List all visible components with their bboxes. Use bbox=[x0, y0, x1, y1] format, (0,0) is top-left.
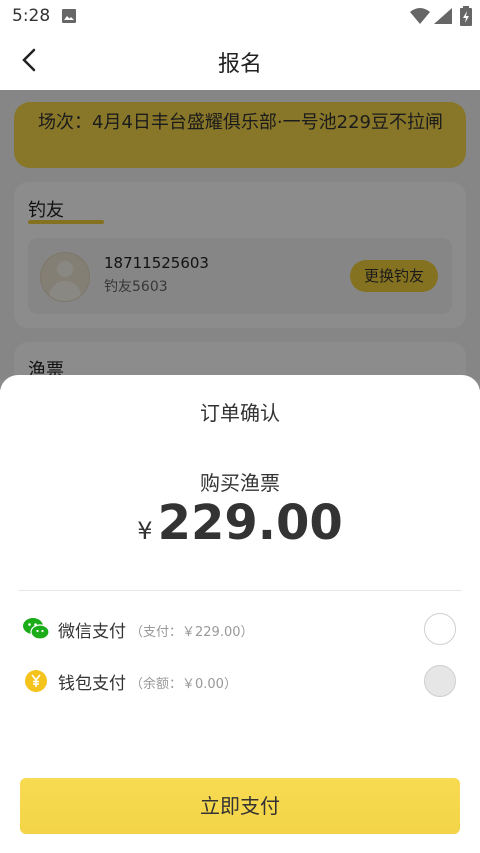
divider bbox=[18, 590, 462, 591]
signal-icon bbox=[434, 8, 452, 24]
nav-bar: 报名 bbox=[0, 34, 480, 90]
sheet-title: 订单确认 bbox=[200, 401, 280, 425]
image-notification-icon bbox=[62, 9, 76, 23]
wallet-radio[interactable] bbox=[424, 665, 456, 697]
wallet-pay-label: 钱包支付 bbox=[58, 674, 126, 694]
page-title: 报名 bbox=[217, 52, 262, 77]
order-confirm-sheet: 订单确认 购买渔票 ¥ 229.00 微信支付 （支付：￥229.00） 钱包支… bbox=[0, 375, 480, 853]
buy-ticket-label: 购买渔票 bbox=[200, 471, 280, 495]
price-amount: 229.00 bbox=[157, 495, 343, 551]
price: ¥ 229.00 bbox=[0, 495, 480, 551]
wechat-radio[interactable] bbox=[424, 613, 456, 645]
battery-icon bbox=[460, 6, 472, 26]
wechat-pay-option[interactable]: 微信支付 （支付：￥229.00） bbox=[18, 609, 462, 649]
dim-overlay[interactable] bbox=[0, 90, 480, 390]
wallet-pay-note: （余额：￥0.00） bbox=[130, 677, 237, 692]
status-time: 5:28 bbox=[12, 6, 51, 26]
wechat-pay-note: （支付：￥229.00） bbox=[130, 625, 254, 640]
wifi-icon bbox=[410, 8, 430, 24]
status-bar: 5:28 bbox=[0, 0, 480, 34]
pay-now-button[interactable]: 立即支付 bbox=[20, 778, 460, 834]
wechat-pay-label: 微信支付 bbox=[58, 622, 126, 642]
wallet-icon bbox=[25, 670, 47, 692]
wechat-icon bbox=[23, 618, 50, 640]
wallet-pay-option[interactable]: 钱包支付 （余额：￥0.00） bbox=[18, 661, 462, 701]
currency-symbol: ¥ bbox=[137, 517, 153, 545]
